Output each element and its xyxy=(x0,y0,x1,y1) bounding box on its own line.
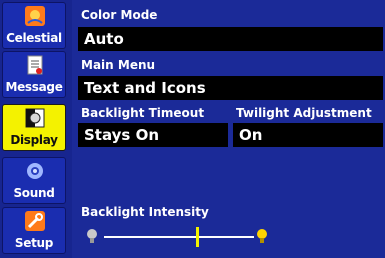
setup-icon xyxy=(25,211,45,231)
color-mode-label: Color Mode xyxy=(81,8,158,22)
backlight-intensity-label: Backlight Intensity xyxy=(81,205,209,219)
sidebar-item-label: Message xyxy=(5,80,63,94)
backlight-timeout-field[interactable]: Stays On xyxy=(78,123,228,147)
sidebar-item-celestial[interactable]: Celestial xyxy=(2,2,66,49)
backlight-timeout-label: Backlight Timeout xyxy=(81,106,205,120)
sidebar-item-label: Celestial xyxy=(6,31,62,45)
slider-track xyxy=(104,236,254,238)
backlight-intensity-slider[interactable] xyxy=(82,226,272,247)
sound-icon xyxy=(27,163,43,179)
message-icon xyxy=(27,55,43,75)
sidebar-item-message[interactable]: Message xyxy=(2,51,66,98)
sidebar-item-sound[interactable]: Sound xyxy=(2,157,66,204)
sidebar-item-label: Setup xyxy=(14,236,54,250)
display-settings-panel: Color Mode Auto Main Menu Text and Icons… xyxy=(74,0,385,258)
main-menu-field[interactable]: Text and Icons xyxy=(78,76,383,100)
twilight-adjustment-label: Twilight Adjustment xyxy=(236,106,372,120)
display-icon xyxy=(25,108,45,128)
bulb-bright-icon xyxy=(257,229,267,243)
sidebar-item-setup[interactable]: Setup xyxy=(2,207,66,254)
slider-thumb[interactable] xyxy=(196,227,199,247)
twilight-adjustment-field[interactable]: On xyxy=(233,123,383,147)
sidebar: Celestial Message Display Sound Setup xyxy=(0,0,72,258)
celestial-icon xyxy=(25,6,45,26)
sidebar-item-label: Sound xyxy=(13,186,55,200)
sidebar-item-display[interactable]: Display xyxy=(2,104,66,151)
main-menu-label: Main Menu xyxy=(81,58,156,72)
bulb-dim-icon xyxy=(87,229,97,243)
sidebar-item-label: Display xyxy=(10,133,58,147)
color-mode-field[interactable]: Auto xyxy=(78,27,383,51)
